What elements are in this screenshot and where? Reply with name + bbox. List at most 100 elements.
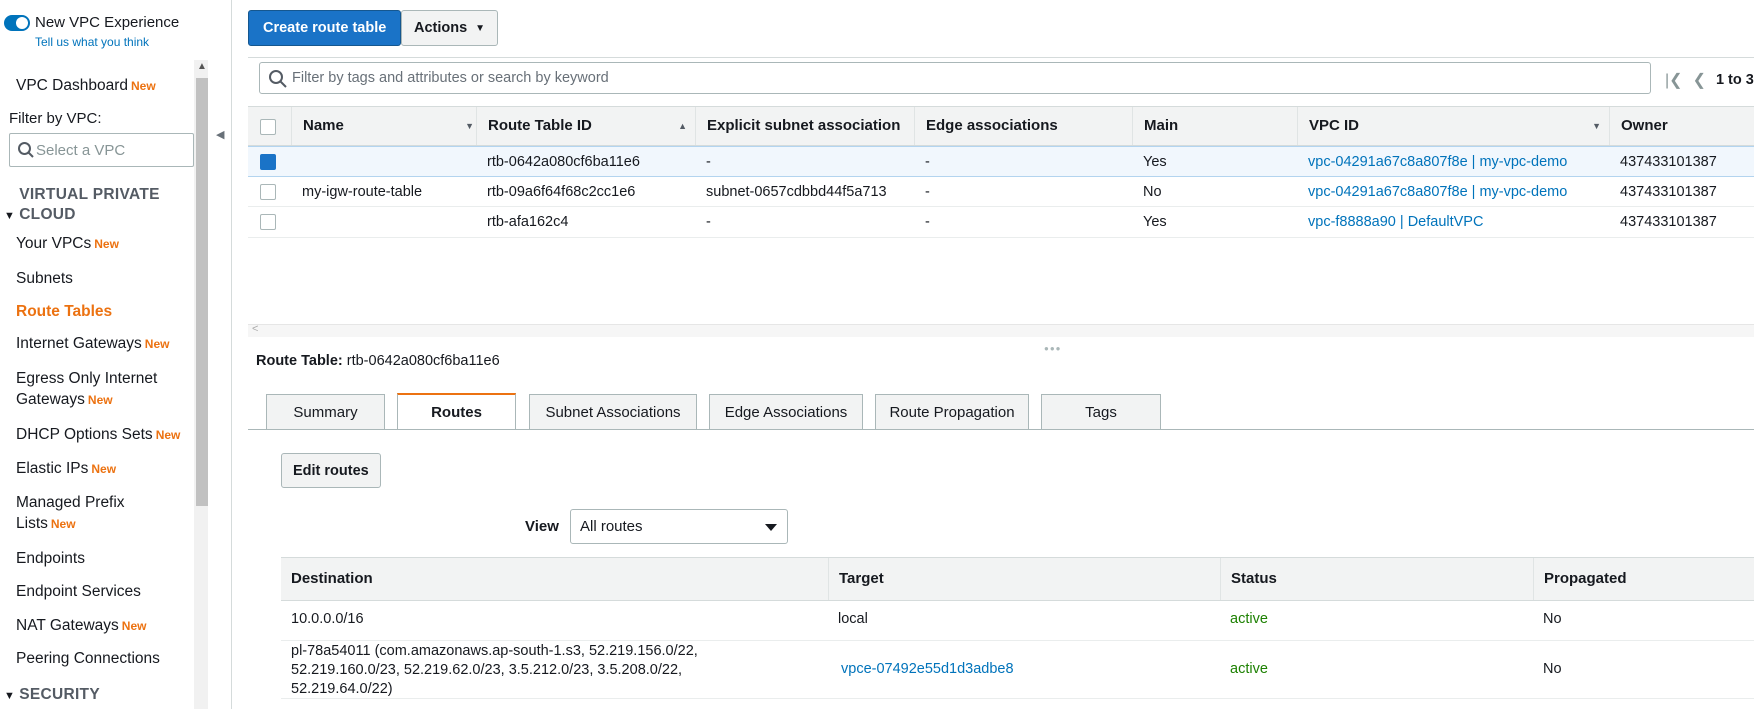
sidebar-item-your-vpcs[interactable]: Your VPCs New: [16, 233, 119, 255]
pagination-count: 1 to 3: [1715, 72, 1754, 88]
sidebar-scrollbar-thumb[interactable]: [196, 78, 208, 506]
table-row[interactable]: rtb-afa162c4 - - Yes vpc-f8888a90 | Defa…: [248, 207, 1754, 238]
sidebar-item-label-line2: Lists: [16, 515, 48, 532]
caret-down-icon: ▼: [4, 210, 16, 222]
sidebar-item-label: VPC Dashboard: [16, 77, 129, 94]
sidebar-item-dhcp-options-sets[interactable]: DHCP Options Sets New: [16, 424, 180, 446]
column-header-edge-associations[interactable]: Edge associations: [914, 107, 1132, 145]
row-checkbox[interactable]: [260, 154, 276, 170]
cell-owner: 437433101387: [1620, 154, 1717, 170]
column-header-name[interactable]: Name ▼: [291, 107, 482, 145]
cell-target: local: [838, 611, 868, 627]
destination-line: 52.219.160.0/23, 52.219.62.0/23, 3.5.212…: [291, 662, 683, 678]
cell-vpc-id-link[interactable]: vpc-04291a67c8a807f8e | my-vpc-demo: [1297, 147, 1609, 177]
sidebar-item-label: Your VPCs: [16, 235, 92, 252]
table-row: pl-78a54011 (com.amazonaws.ap-south-1.s3…: [281, 641, 1754, 699]
new-badge: New: [131, 79, 156, 93]
sidebar-item-label: Egress Only Internet: [16, 370, 158, 387]
sort-down-icon: ▼: [465, 121, 474, 131]
sidebar-item-peering-connections[interactable]: Peering Connections: [16, 648, 160, 669]
cell-name: [291, 207, 482, 237]
column-header-vpc-id[interactable]: VPC ID ▼: [1297, 107, 1609, 145]
tab-summary[interactable]: Summary: [266, 394, 385, 430]
sidebar-item-internet-gateways[interactable]: Internet Gateways New: [16, 333, 169, 355]
caret-down-icon: [765, 524, 777, 531]
cell-target-link[interactable]: vpce-07492e55d1d3adbe8: [831, 661, 1014, 677]
cell-propagated: No: [1543, 611, 1562, 627]
tab-edge-associations[interactable]: Edge Associations: [709, 394, 863, 430]
cell-route-table-id: rtb-afa162c4: [487, 214, 569, 230]
routes-table: Destination Target Status Propagated 10.…: [281, 557, 1754, 699]
sidebar-item-elastic-ips[interactable]: Elastic IPs New: [16, 458, 116, 480]
column-header-owner[interactable]: Owner: [1609, 107, 1754, 145]
cell-edge-associations: -: [925, 154, 930, 170]
column-header-label: Main: [1144, 117, 1179, 134]
table-row: 10.0.0.0/16 local active No: [281, 601, 1754, 641]
table-row[interactable]: my-igw-route-table rtb-09a6f64f68c2cc1e6…: [248, 177, 1754, 207]
table-row[interactable]: rtb-0642a080cf6ba11e6 - - Yes vpc-04291a…: [248, 146, 1754, 177]
previous-page-icon[interactable]: ❮: [1693, 70, 1706, 90]
route-table-detail-label: Route Table:: [256, 353, 343, 369]
chevron-down-icon: ▼: [475, 22, 486, 34]
actions-button[interactable]: Actions ▼: [401, 10, 499, 46]
sidebar-item-egress-only-internet-gateways[interactable]: Egress Only Internet Gateways New: [16, 368, 157, 411]
sidebar-item-managed-prefix-lists[interactable]: Managed Prefix Lists New: [16, 492, 125, 535]
new-vpc-experience-toggle[interactable]: New VPC Experience: [4, 14, 179, 31]
row-checkbox[interactable]: [260, 214, 276, 230]
column-header-label: Route Table ID: [488, 117, 592, 134]
collapse-sidebar-icon[interactable]: ◀: [216, 128, 224, 141]
sidebar-item-subnets[interactable]: Subnets: [16, 268, 73, 289]
tab-routes[interactable]: Routes: [397, 393, 516, 430]
sidebar-item-endpoints[interactable]: Endpoints: [16, 548, 85, 569]
row-checkbox[interactable]: [260, 183, 276, 200]
column-header-route-table-id[interactable]: Route Table ID ▲: [476, 107, 695, 145]
toolbar-divider: [248, 57, 1754, 58]
new-badge: New: [87, 393, 113, 407]
new-badge: New: [121, 619, 147, 633]
route-table-detail-id: rtb-0642a080cf6ba11e6: [346, 353, 500, 369]
toggle-switch-icon[interactable]: [4, 14, 30, 31]
cell-vpc-id-link[interactable]: vpc-f8888a90 | DefaultVPC: [1297, 207, 1609, 237]
tab-subnet-associations[interactable]: Subnet Associations: [529, 394, 697, 430]
column-header-explicit-subnet-association[interactable]: Explicit subnet association: [695, 107, 914, 145]
edit-routes-button[interactable]: Edit routes: [281, 453, 381, 488]
feedback-link[interactable]: Tell us what you think: [35, 35, 149, 49]
route-table-detail-title: Route Table: rtb-0642a080cf6ba11e6: [256, 353, 500, 369]
sidebar-item-label: Internet Gateways: [16, 335, 142, 352]
sidebar-item-nat-gateways[interactable]: NAT Gateways New: [16, 615, 146, 637]
sidebar-item-route-tables[interactable]: Route Tables: [16, 301, 112, 322]
horizontal-scrollbar[interactable]: <: [248, 323, 1754, 337]
vpc-filter-select[interactable]: Select a VPC: [9, 133, 194, 167]
filter-by-vpc-label: Filter by VPC:: [9, 110, 102, 127]
panel-resize-handle[interactable]: ●●●: [1044, 344, 1062, 353]
column-header-destination: Destination: [291, 570, 373, 587]
search-placeholder: Filter by tags and attributes or search …: [292, 70, 609, 86]
table-header: Destination Target Status Propagated: [281, 557, 1754, 601]
new-badge: New: [144, 337, 170, 351]
scroll-up-icon[interactable]: ▲: [197, 61, 207, 72]
sidebar-item-vpc-dashboard[interactable]: VPC Dashboard New: [16, 75, 156, 97]
column-header-propagated: Propagated: [1533, 558, 1754, 600]
sidebar-item-label: DHCP Options Sets: [16, 426, 153, 443]
view-select[interactable]: All routes: [570, 509, 788, 544]
scroll-left-icon[interactable]: <: [252, 323, 258, 335]
route-tables-table: Name ▼ Route Table ID ▲ Explicit subnet …: [248, 106, 1754, 238]
create-route-table-button[interactable]: Create route table: [248, 10, 402, 46]
section-security[interactable]: ▼ SECURITY: [4, 685, 100, 706]
search-input[interactable]: Filter by tags and attributes or search …: [259, 62, 1651, 94]
tab-tags[interactable]: Tags: [1041, 394, 1161, 430]
section-virtual-private-cloud[interactable]: ▼VIRTUAL PRIVATE CLOUD: [4, 185, 179, 226]
column-header-main[interactable]: Main: [1132, 107, 1297, 145]
sidebar-item-label: Managed Prefix: [16, 494, 125, 511]
first-page-icon[interactable]: |❮: [1665, 70, 1683, 90]
tab-route-propagation[interactable]: Route Propagation: [875, 394, 1029, 430]
cell-vpc-id-link[interactable]: vpc-04291a67c8a807f8e | my-vpc-demo: [1297, 177, 1609, 207]
select-all-checkbox[interactable]: [260, 119, 276, 135]
sidebar-item-endpoint-services[interactable]: Endpoint Services: [16, 581, 141, 602]
new-badge: New: [155, 428, 181, 442]
search-icon: [269, 70, 287, 88]
sidebar-item-label: Subnets: [16, 270, 73, 287]
cell-route-table-id: rtb-09a6f64f68c2cc1e6: [487, 183, 636, 200]
sidebar-item-label: Endpoints: [16, 550, 85, 567]
actions-label: Actions: [414, 20, 468, 36]
